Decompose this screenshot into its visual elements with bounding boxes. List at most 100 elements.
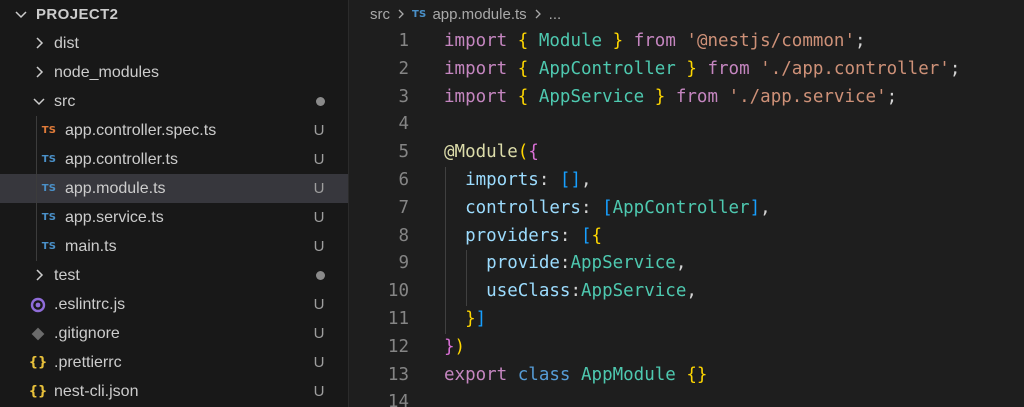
- line-number: 12: [387, 336, 409, 357]
- code-line[interactable]: 1 import { Module } from '@nestjs/common'…: [349, 28, 1024, 56]
- code-text: controllers: [AppController],: [465, 197, 771, 218]
- code-text: @Module({: [444, 142, 539, 163]
- code-line[interactable]: 9 provide:AppService,: [349, 250, 1024, 279]
- git-status-badge: U: [313, 151, 325, 168]
- git-modified-dot-icon: [316, 97, 325, 106]
- breadcrumb-more[interactable]: ...: [549, 6, 562, 23]
- tree-item-label: .eslintrc.js: [54, 296, 126, 313]
- breadcrumb-folder[interactable]: src: [370, 6, 390, 23]
- tree-item-label: app.module.ts: [65, 180, 166, 197]
- tree-item-label: nest-cli.json: [54, 383, 139, 400]
- chevron-down-icon: [13, 6, 29, 22]
- line-number: 6: [398, 169, 409, 190]
- file-item[interactable]: {} .prettierrc U: [0, 348, 348, 377]
- code-text: providers: [{: [465, 225, 603, 246]
- code-line[interactable]: 6 imports: [],: [349, 166, 1024, 195]
- folder-item[interactable]: src: [0, 87, 348, 116]
- json-file-icon: {}: [28, 355, 48, 370]
- code-text: useClass:AppService,: [486, 281, 697, 302]
- code-line[interactable]: 4: [349, 111, 1024, 139]
- code-line[interactable]: 3 import { AppService } from './app.servi…: [349, 84, 1024, 112]
- file-item[interactable]: .eslintrc.js U: [0, 290, 348, 319]
- chevron-right-icon: [396, 8, 406, 20]
- explorer-panel: PROJECT2 dist node_modulessrc TS app.contro…: [0, 0, 349, 407]
- code-line[interactable]: 14: [349, 389, 1024, 407]
- code-editor[interactable]: src TS app.module.ts ... 1 import { Modul…: [349, 0, 1024, 407]
- line-number: 3: [398, 86, 409, 107]
- chevron-down-icon: [31, 93, 47, 109]
- folder-item[interactable]: test: [0, 261, 348, 290]
- line-number: 7: [398, 197, 409, 218]
- tree-item-label: main.ts: [65, 238, 117, 255]
- code-text: }]: [465, 308, 487, 329]
- code-text: import { AppController } from './app.con…: [444, 58, 961, 79]
- line-number: 9: [398, 253, 409, 274]
- chevron-right-icon: [31, 267, 47, 283]
- line-number: 13: [387, 364, 409, 385]
- code-line[interactable]: 11 }]: [349, 305, 1024, 334]
- tree-item-label: app.controller.spec.ts: [65, 122, 217, 139]
- code-line[interactable]: 12}): [349, 334, 1024, 362]
- code-line[interactable]: 5 @Module({: [349, 139, 1024, 167]
- line-number: 5: [398, 142, 409, 163]
- typescript-file-icon: TS: [41, 212, 57, 223]
- git-status-badge: U: [313, 209, 325, 226]
- code-line[interactable]: 8 providers: [{: [349, 222, 1024, 251]
- file-item[interactable]: {} nest-cli.json U: [0, 377, 348, 406]
- file-item[interactable]: TS app.module.ts U: [0, 174, 348, 203]
- chevron-right-icon: [31, 35, 47, 51]
- tree-item-label: app.service.ts: [65, 209, 164, 226]
- line-number: 14: [387, 392, 409, 407]
- code-text: provide:AppService,: [486, 253, 687, 274]
- code-text: imports: [],: [465, 169, 592, 190]
- code-area[interactable]: 1 import { Module } from '@nestjs/common'…: [349, 28, 1024, 407]
- breadcrumb: src TS app.module.ts ...: [349, 0, 1024, 28]
- typescript-file-icon: TS: [41, 241, 57, 252]
- code-text: import { Module } from '@nestjs/common';: [444, 31, 866, 51]
- git-status-badge: U: [313, 180, 325, 197]
- line-number: 11: [387, 308, 409, 329]
- git-status-badge: U: [313, 325, 325, 342]
- git-file-icon: [28, 319, 48, 348]
- typescript-spec-file-icon: TS: [41, 125, 57, 136]
- folder-item[interactable]: dist: [0, 29, 348, 58]
- file-item[interactable]: TS app.service.ts U: [0, 203, 348, 232]
- code-text: }): [444, 336, 466, 357]
- tree-item-label: src: [54, 93, 76, 110]
- file-item[interactable]: TS main.ts U: [0, 232, 348, 261]
- tree-item-label: test: [54, 267, 80, 284]
- chevron-right-icon: [31, 64, 47, 80]
- file-item[interactable]: TS app.controller.spec.ts U: [0, 116, 348, 145]
- json-file-icon: {}: [28, 384, 48, 399]
- chevron-right-icon: [533, 8, 543, 20]
- file-item[interactable]: TS app.controller.ts U: [0, 145, 348, 174]
- code-text: import { AppService } from './app.servic…: [444, 86, 898, 107]
- tree-item-label: .prettierrc: [54, 354, 122, 371]
- code-line[interactable]: 7 controllers: [AppController],: [349, 194, 1024, 223]
- breadcrumb-file[interactable]: app.module.ts: [432, 6, 526, 23]
- tree-item-label: node_modules: [54, 64, 159, 81]
- line-number: 2: [398, 58, 409, 79]
- typescript-file-icon: TS: [412, 8, 427, 20]
- git-status-badge: U: [313, 354, 325, 371]
- git-status-badge: U: [313, 296, 325, 313]
- git-modified-dot-icon: [316, 271, 325, 280]
- code-line[interactable]: 2 import { AppController } from './app.co…: [349, 56, 1024, 84]
- line-number: 4: [398, 114, 409, 135]
- git-status-badge: U: [313, 122, 325, 139]
- tree-item-label: dist: [54, 35, 79, 52]
- typescript-file-icon: TS: [41, 183, 57, 194]
- tree-item-label: app.controller.ts: [65, 151, 178, 168]
- code-text: export class AppModule {}: [444, 364, 708, 385]
- git-status-badge: U: [313, 238, 325, 255]
- code-line[interactable]: 10 useClass:AppService,: [349, 278, 1024, 306]
- file-item[interactable]: .gitignore U: [0, 319, 348, 348]
- line-number: 10: [387, 281, 409, 302]
- line-number: 1: [398, 31, 409, 51]
- line-number: 8: [398, 225, 409, 246]
- indent-guide: [36, 116, 37, 261]
- folder-item[interactable]: node_modules: [0, 58, 348, 87]
- eslint-file-icon: [28, 290, 48, 319]
- project-header[interactable]: PROJECT2: [0, 0, 348, 29]
- code-line[interactable]: 13 export class AppModule {}: [349, 362, 1024, 390]
